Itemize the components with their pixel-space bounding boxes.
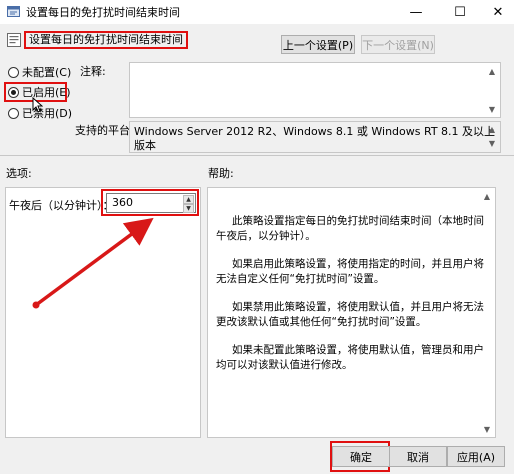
- supported-on-value: Windows Server 2012 R2、Windows 8.1 或 Win…: [134, 125, 496, 152]
- minutes-spin-input[interactable]: 360 ▲ ▼: [106, 193, 196, 213]
- minimize-button[interactable]: —: [400, 0, 432, 24]
- title-bar: 设置每日的免打扰时间结束时间 — ☐ ✕: [0, 0, 514, 24]
- ok-button[interactable]: 确定: [332, 446, 390, 467]
- help-paragraph: 此策略设置指定每日的免打扰时间结束时间（本地时间午夜后，以分钟计）。: [216, 215, 484, 242]
- policy-settings-icon: [7, 33, 21, 47]
- scroll-down-icon[interactable]: ▼: [484, 136, 500, 152]
- help-label: 帮助:: [208, 167, 234, 180]
- policy-title: 设置每日的免打扰时间结束时间: [24, 31, 188, 49]
- radio-label: 未配置(C): [22, 66, 72, 79]
- radio-circle[interactable]: [8, 107, 19, 119]
- radio-disabled[interactable]: 已禁用(D): [8, 105, 72, 121]
- supported-on-field: Windows Server 2012 R2、Windows 8.1 或 Win…: [129, 121, 501, 153]
- options-label: 选项:: [6, 167, 32, 180]
- help-text: 此策略设置指定每日的免打扰时间结束时间（本地时间午夜后，以分钟计）。 如果启用此…: [216, 214, 484, 386]
- next-setting-button[interactable]: 下一个设置(N): [361, 35, 435, 54]
- divider: [0, 155, 514, 156]
- help-paragraph: 如果启用此策略设置，将使用指定的时间，并且用户将无法自定义任何“免打扰时间”设置…: [216, 258, 484, 285]
- comment-textarea[interactable]: ▲ ▼: [129, 62, 501, 118]
- previous-setting-button[interactable]: 上一个设置(P): [281, 35, 355, 54]
- scroll-up-icon[interactable]: ▲: [479, 188, 495, 204]
- minutes-value: 360: [112, 196, 133, 209]
- maximize-button[interactable]: ☐: [444, 0, 476, 24]
- help-paragraph: 如果禁用此策略设置，将使用默认值，并且用户将无法更改该默认值或其他任何“免打扰时…: [216, 301, 484, 328]
- minutes-after-midnight-label: 午夜后（以分钟计）：: [9, 199, 114, 212]
- radio-circle[interactable]: [8, 86, 19, 98]
- spin-buttons[interactable]: ▲ ▼: [183, 195, 194, 213]
- radio-not-configured[interactable]: 未配置(C): [8, 64, 71, 80]
- policy-settings-icon: [7, 6, 20, 17]
- radio-label: 已启用(E): [22, 86, 71, 99]
- help-paragraph: 如果未配置此策略设置，将使用默认值，管理员和用户均可以对该默认值进行修改。: [216, 344, 484, 371]
- spin-down-icon[interactable]: ▼: [183, 204, 194, 213]
- options-panel: [5, 187, 201, 438]
- supported-on-label: 支持的平台:: [75, 124, 134, 137]
- radio-label: 已禁用(D): [22, 107, 73, 120]
- scroll-down-icon[interactable]: ▼: [479, 421, 495, 437]
- close-button[interactable]: ✕: [482, 0, 514, 24]
- comment-label: 注释:: [80, 65, 106, 78]
- apply-button[interactable]: 应用(A): [447, 446, 505, 467]
- scroll-down-icon[interactable]: ▼: [484, 101, 500, 117]
- spin-up-icon[interactable]: ▲: [183, 195, 194, 204]
- cancel-button[interactable]: 取消: [389, 446, 447, 467]
- scroll-up-icon[interactable]: ▲: [484, 63, 500, 79]
- window-title: 设置每日的免打扰时间结束时间: [26, 6, 180, 19]
- radio-circle[interactable]: [8, 66, 19, 78]
